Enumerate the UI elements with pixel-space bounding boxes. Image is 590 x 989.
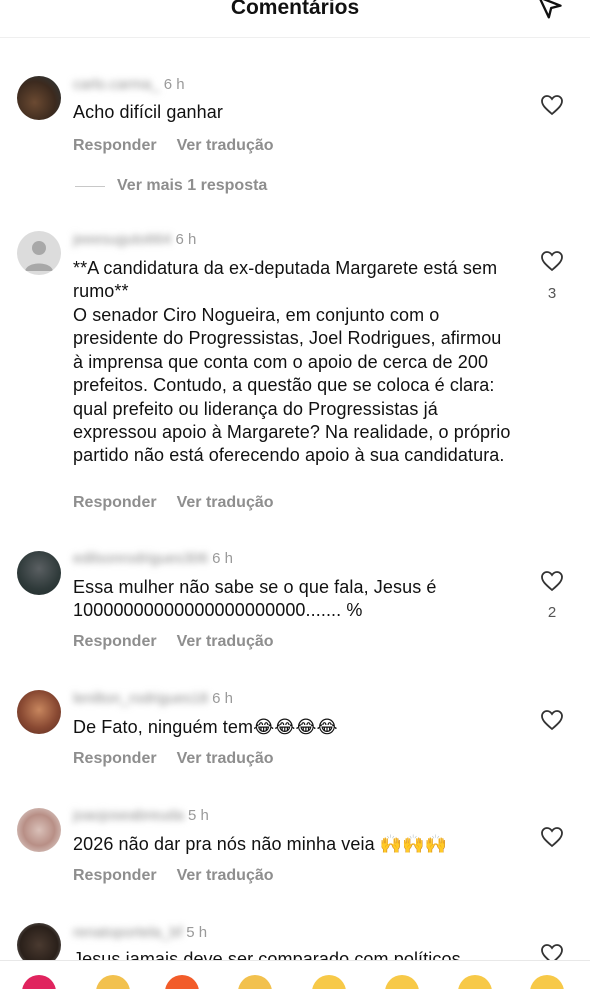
like-count: 2 bbox=[547, 604, 557, 621]
comment-text: O senador Ciro Nogueira, em conjunto com… bbox=[73, 305, 511, 466]
username-text[interactable]: renatoportela_bf bbox=[73, 924, 182, 941]
username-text[interactable]: lenilton_rodrigues18 bbox=[73, 690, 208, 707]
heart-eyes-emoji-icon[interactable] bbox=[385, 975, 419, 989]
more-replies-divider bbox=[75, 186, 105, 187]
comment-text: Essa mulher não sabe se o que fala, Jesu… bbox=[73, 577, 437, 621]
comment-username[interactable]: joaojoseabreuda 5 h bbox=[73, 807, 209, 824]
reply-button[interactable]: Responder bbox=[73, 137, 157, 154]
reply-button[interactable]: Responder bbox=[73, 633, 157, 650]
avatar[interactable] bbox=[17, 231, 61, 275]
comment-time: 6 h bbox=[163, 76, 185, 93]
emoji-reaction-bar bbox=[0, 960, 590, 989]
username-text[interactable]: edilsonrodrigues306 bbox=[73, 550, 208, 567]
view-more-replies-button[interactable]: Ver mais 1 resposta bbox=[117, 177, 267, 195]
avatar[interactable] bbox=[17, 76, 61, 120]
default-avatar-icon bbox=[25, 241, 53, 271]
translate-button[interactable]: Ver tradução bbox=[177, 633, 274, 650]
comment-username[interactable]: renatoportela_bf 5 h bbox=[73, 924, 207, 941]
username-text[interactable]: carlo.carma_ bbox=[73, 76, 160, 93]
username-text[interactable]: joaojoseabreuda bbox=[73, 807, 184, 824]
laughing-face-emoji-icon[interactable] bbox=[530, 975, 564, 989]
comment-time: 6 h bbox=[212, 550, 233, 567]
like-heart-icon[interactable] bbox=[540, 94, 564, 116]
comments-header: Comentários bbox=[0, 0, 590, 38]
heart-emoji-icon[interactable] bbox=[22, 975, 56, 989]
comment-actions: Responder Ver tradução bbox=[73, 750, 294, 768]
fire-emoji-icon[interactable] bbox=[165, 975, 199, 989]
reply-button[interactable]: Responder bbox=[73, 867, 157, 884]
comment-actions: Responder Ver tradução bbox=[73, 633, 294, 651]
avatar[interactable] bbox=[17, 808, 61, 852]
like-heart-icon[interactable] bbox=[540, 250, 564, 272]
comment-text: Acho difícil ganhar bbox=[73, 102, 223, 122]
reply-button[interactable]: Responder bbox=[73, 750, 157, 767]
avatar[interactable] bbox=[17, 551, 61, 595]
comment-username[interactable]: carlo.carma_ 6 h bbox=[73, 76, 185, 93]
like-heart-icon[interactable] bbox=[540, 709, 564, 731]
translate-button[interactable]: Ver tradução bbox=[177, 137, 274, 154]
comment-time: 6 h bbox=[175, 231, 197, 248]
raising-hands-emoji-icon[interactable] bbox=[96, 975, 130, 989]
comment-actions: Responder Ver tradução bbox=[73, 137, 294, 155]
comment-text: De Fato, ninguém tem😂😂😂😂 bbox=[73, 717, 338, 737]
clapping-emoji-icon[interactable] bbox=[238, 975, 272, 989]
comment-time: 5 h bbox=[186, 924, 208, 941]
page-title: Comentários bbox=[230, 0, 360, 19]
reply-button[interactable]: Responder bbox=[73, 494, 157, 511]
comment-time: 5 h bbox=[187, 807, 209, 824]
comment-username[interactable]: edilsonrodrigues306 6 h bbox=[73, 550, 233, 567]
translate-button[interactable]: Ver tradução bbox=[177, 494, 274, 511]
username-text[interactable]: jeeesuguto664 bbox=[73, 231, 171, 248]
comment-text: 2026 não dar pra nós não minha veia 🙌🙌🙌 bbox=[73, 834, 448, 854]
comment-username[interactable]: lenilton_rodrigues18 6 h bbox=[73, 690, 233, 707]
comment-actions: Responder Ver tradução bbox=[73, 867, 294, 885]
translate-button[interactable]: Ver tradução bbox=[177, 867, 274, 884]
comment-title: **A candidatura da ex-deputada Margarete… bbox=[73, 258, 498, 302]
comment-username[interactable]: jeeesuguto664 6 h bbox=[73, 231, 196, 248]
share-icon[interactable] bbox=[536, 0, 564, 22]
avatar[interactable] bbox=[17, 690, 61, 734]
like-heart-icon[interactable] bbox=[540, 826, 564, 848]
like-heart-icon[interactable] bbox=[540, 570, 564, 592]
surprised-face-emoji-icon[interactable] bbox=[458, 975, 492, 989]
like-count: 3 bbox=[547, 285, 557, 302]
comment-actions: Responder Ver tradução bbox=[73, 494, 294, 512]
crying-face-emoji-icon[interactable] bbox=[312, 975, 346, 989]
comment-time: 6 h bbox=[212, 690, 233, 707]
translate-button[interactable]: Ver tradução bbox=[177, 750, 274, 767]
